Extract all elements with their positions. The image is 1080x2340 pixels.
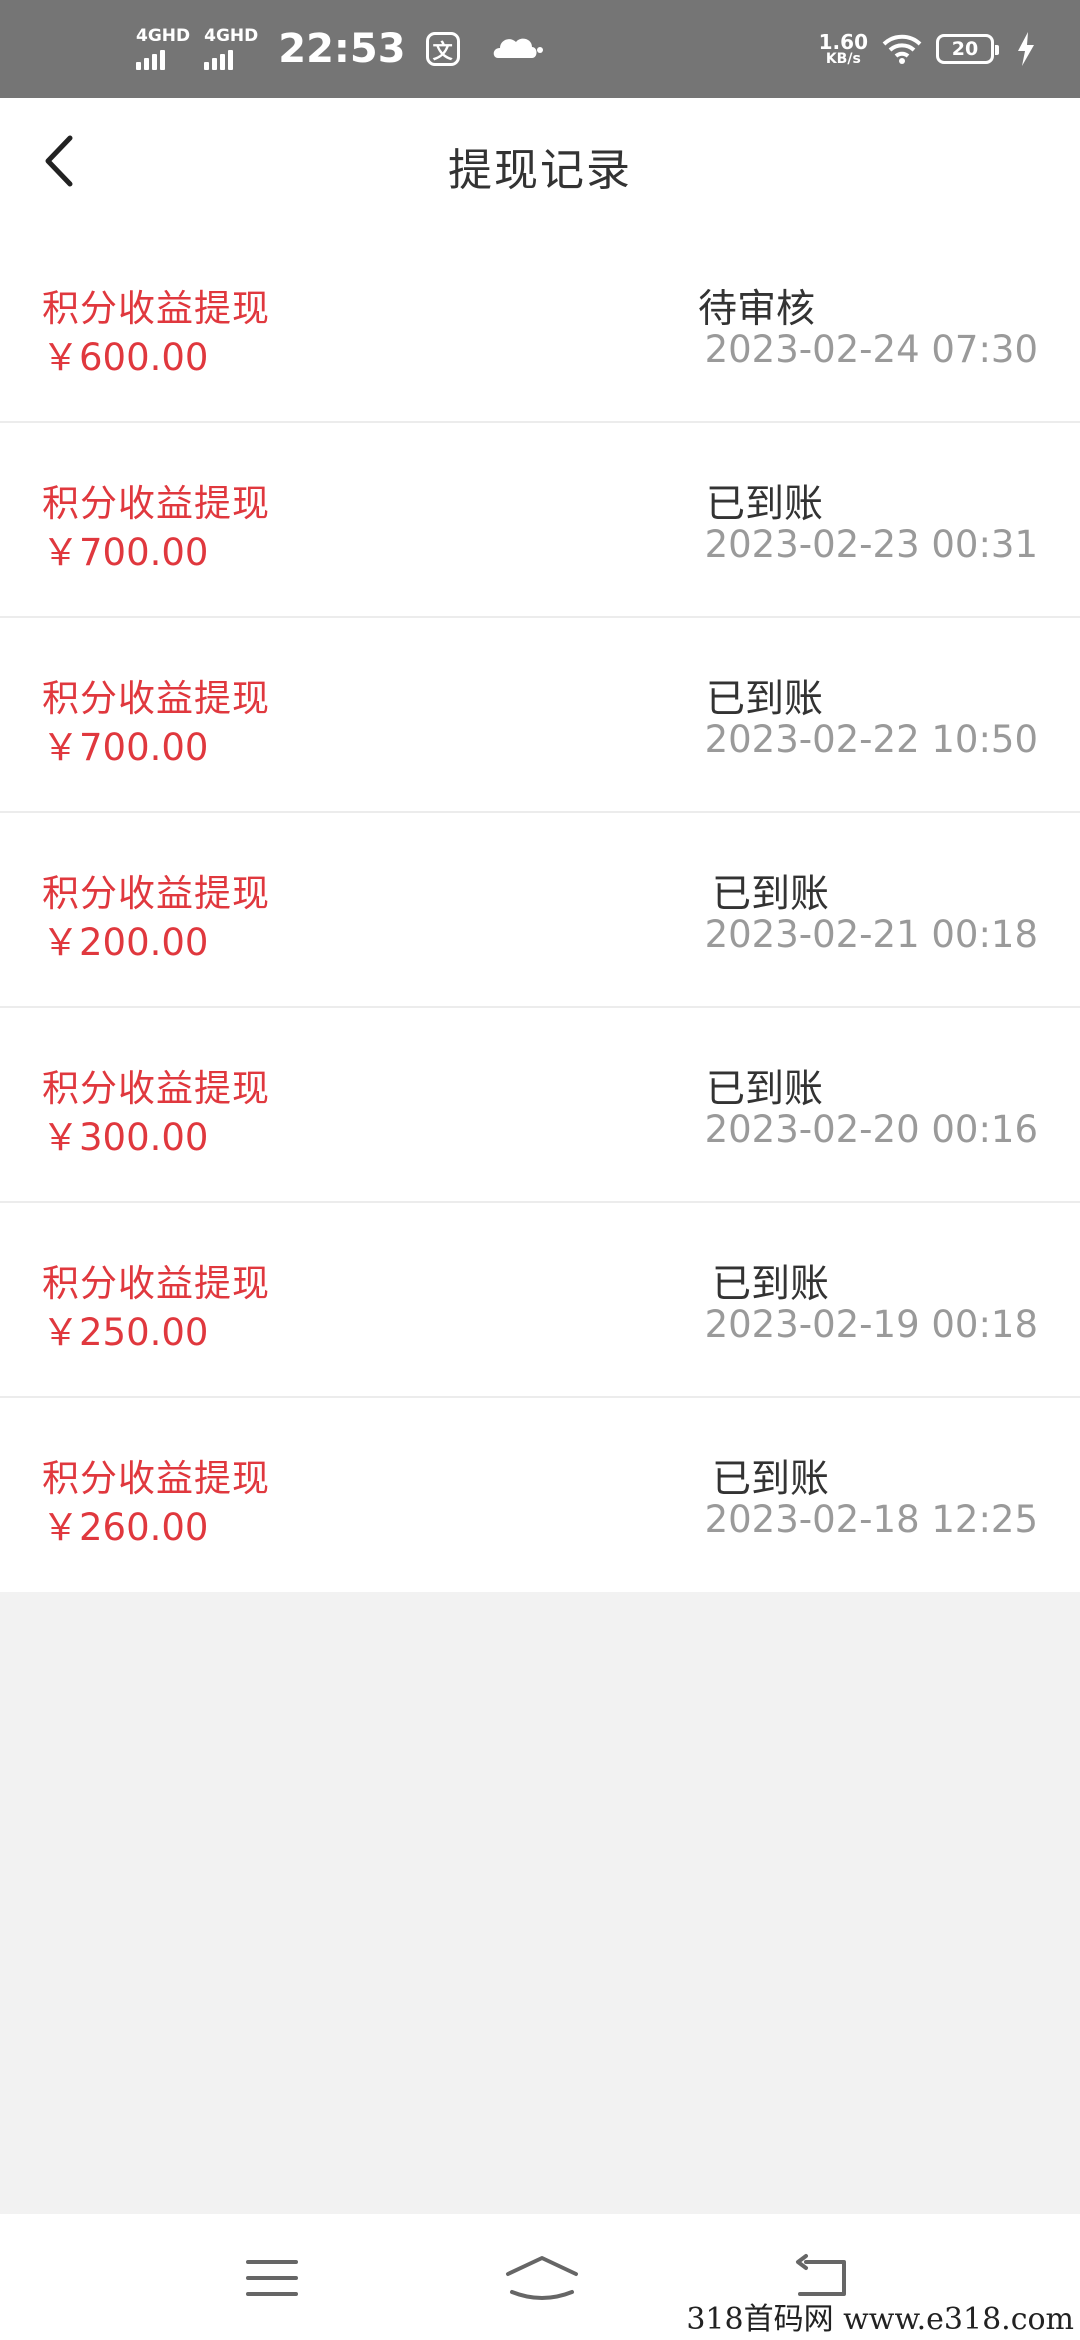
battery-icon: 20 <box>936 34 999 64</box>
net-speed-unit: KB/s <box>825 50 861 67</box>
signal-icon: 4GHD <box>136 28 190 70</box>
record-status: 待审核 <box>698 287 816 332</box>
cloud-icon <box>493 38 543 58</box>
nav-header: 提现记录 <box>0 98 1080 228</box>
app-notification-icon: 文 <box>425 32 460 66</box>
clock: 22:53 <box>278 26 406 72</box>
record-item[interactable]: 积分收益提现 ￥700.00 已到账 2023-02-22 10:50 <box>0 618 1080 813</box>
record-amount: ￥250.00 <box>42 1311 209 1354</box>
record-amount: ￥300.00 <box>42 1116 209 1159</box>
record-list: 积分收益提现 ￥600.00 待审核 2023-02-24 07:30 积分收益… <box>0 228 1080 1592</box>
page-title: 提现记录 <box>448 145 632 196</box>
wifi-icon <box>882 34 922 64</box>
record-item[interactable]: 积分收益提现 ￥300.00 已到账 2023-02-20 00:16 <box>0 1008 1080 1203</box>
record-type: 积分收益提现 <box>42 482 270 525</box>
record-amount: ￥200.00 <box>42 921 209 964</box>
record-type: 积分收益提现 <box>42 1067 270 1110</box>
record-status: 已到账 <box>706 482 824 527</box>
signal-label: 4GHD <box>136 26 191 46</box>
net-speed: 1.60 KB/s <box>819 32 868 67</box>
record-item[interactable]: 积分收益提现 ￥600.00 待审核 2023-02-24 07:30 <box>0 228 1080 423</box>
record-item[interactable]: 积分收益提现 ￥250.00 已到账 2023-02-19 00:18 <box>0 1203 1080 1398</box>
home-icon[interactable] <box>500 2252 584 2304</box>
record-time: 2023-02-22 10:50 <box>704 718 1038 761</box>
status-bar: 4GHD 4GHD 22:53 文 1.60 KB/s 20 <box>0 0 1080 98</box>
bottom-nav-bar: 318首码网 www.e318.com <box>0 2214 1080 2340</box>
record-time: 2023-02-20 00:16 <box>704 1108 1038 1151</box>
record-time: 2023-02-23 00:31 <box>704 523 1038 566</box>
record-item[interactable]: 积分收益提现 ￥260.00 已到账 2023-02-18 12:25 <box>0 1398 1080 1592</box>
charging-icon <box>1018 32 1034 66</box>
signal-label: 4GHD <box>204 26 259 46</box>
record-time: 2023-02-24 07:30 <box>704 328 1038 371</box>
record-status: 已到账 <box>712 1262 830 1307</box>
record-amount: ￥700.00 <box>42 531 209 574</box>
record-type: 积分收益提现 <box>42 872 270 915</box>
menu-icon[interactable] <box>242 2252 302 2304</box>
record-status: 已到账 <box>712 1457 830 1502</box>
record-type: 积分收益提现 <box>42 287 270 330</box>
record-amount: ￥260.00 <box>42 1506 209 1549</box>
record-status: 已到账 <box>706 677 824 722</box>
battery-level: 20 <box>951 38 979 60</box>
record-time: 2023-02-18 12:25 <box>704 1498 1038 1541</box>
record-type: 积分收益提现 <box>42 1457 270 1500</box>
signal-icon: 4GHD <box>204 28 258 70</box>
record-type: 积分收益提现 <box>42 677 270 720</box>
record-item[interactable]: 积分收益提现 ￥700.00 已到账 2023-02-23 00:31 <box>0 423 1080 618</box>
record-status: 已到账 <box>712 872 830 917</box>
record-time: 2023-02-19 00:18 <box>704 1303 1038 1346</box>
record-item[interactable]: 积分收益提现 ￥200.00 已到账 2023-02-21 00:18 <box>0 813 1080 1008</box>
record-type: 积分收益提现 <box>42 1262 270 1305</box>
record-status: 已到账 <box>706 1067 824 1112</box>
record-time: 2023-02-21 00:18 <box>704 913 1038 956</box>
watermark-text: 318首码网 www.e318.com <box>686 2302 1074 2337</box>
record-amount: ￥700.00 <box>42 726 209 769</box>
record-amount: ￥600.00 <box>42 336 209 379</box>
net-speed-value: 1.60 <box>818 29 868 54</box>
